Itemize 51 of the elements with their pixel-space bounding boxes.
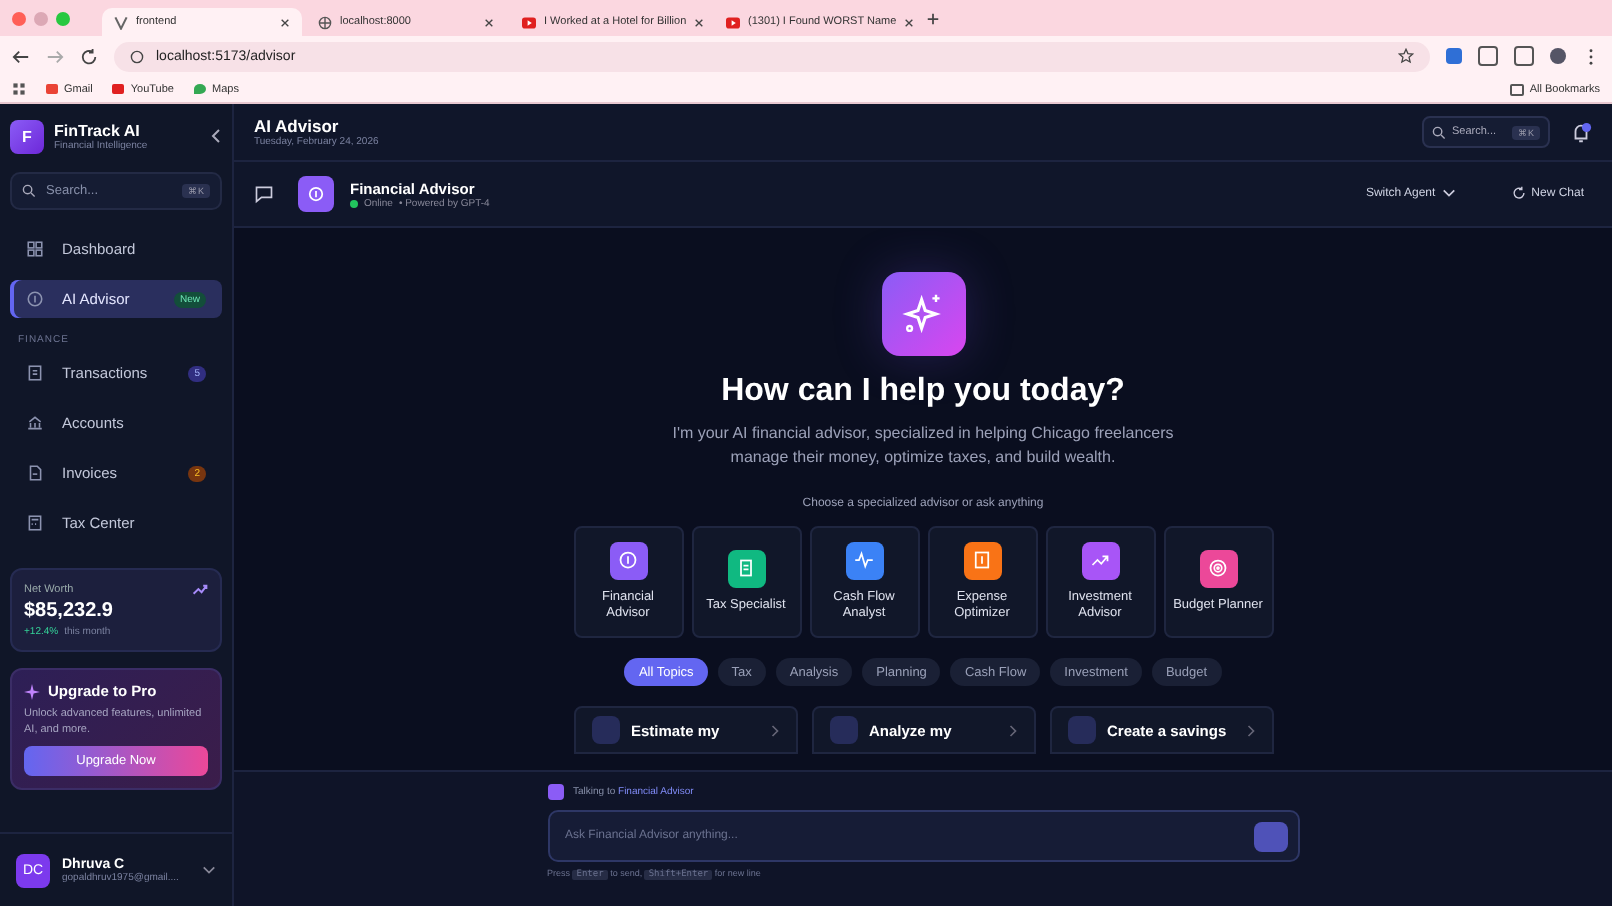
profile-avatar[interactable] — [1550, 48, 1566, 64]
sparkle-icon — [24, 683, 40, 699]
brand-name: FinTrack AI — [54, 121, 142, 139]
suggestion-icon — [1067, 716, 1095, 745]
suggestion-icon — [829, 716, 857, 745]
chevron-icon[interactable] — [202, 864, 216, 876]
play-icon — [522, 15, 536, 29]
receipt-icon — [972, 550, 992, 571]
page-title: AI Advisor — [254, 116, 341, 136]
file-icon — [26, 464, 44, 482]
close-icon[interactable] — [904, 17, 915, 27]
trend-icon — [192, 582, 208, 596]
brand-logo: F — [10, 119, 44, 153]
star-icon[interactable] — [1398, 48, 1414, 64]
calculator-icon — [26, 514, 44, 532]
sparkle-icon — [881, 272, 965, 356]
send-button[interactable] — [1253, 821, 1287, 851]
agent-avatar — [298, 176, 334, 212]
chevron-icon — [1441, 186, 1456, 201]
search-icon — [1432, 125, 1446, 139]
search-icon — [22, 184, 36, 198]
chat-icon[interactable] — [254, 184, 274, 204]
extension-icon[interactable] — [1446, 48, 1462, 64]
receipt-icon — [26, 364, 44, 382]
chevron-icon — [769, 723, 779, 738]
net-worth-value: $85,232.9 — [24, 600, 115, 622]
close-icon[interactable] — [280, 17, 290, 27]
v-logo-icon — [114, 15, 128, 29]
refresh-icon — [1511, 186, 1526, 201]
notification-bell-icon[interactable] — [1570, 121, 1592, 143]
bank-icon — [26, 414, 44, 432]
play-icon — [726, 15, 740, 29]
globe-icon — [318, 15, 332, 29]
chevron-icon — [1007, 723, 1017, 738]
apps-icon[interactable] — [12, 82, 26, 96]
document-icon — [736, 558, 756, 579]
hero-title: How can I help you today? — [721, 374, 1125, 410]
pulse-icon — [854, 550, 874, 571]
suggestion-icon — [591, 716, 619, 745]
collapse-icon[interactable] — [210, 128, 222, 144]
grid-icon — [26, 240, 44, 258]
close-icon[interactable] — [694, 17, 705, 27]
close-icon[interactable] — [484, 17, 494, 27]
reload-icon[interactable] — [80, 47, 98, 65]
chevron-icon — [1245, 723, 1255, 738]
trend-icon — [1090, 550, 1110, 571]
plus-icon[interactable] — [926, 11, 940, 25]
target-icon — [1208, 558, 1228, 579]
back-icon[interactable] — [12, 47, 30, 65]
hero-text: I'm your AI financial advisor, specialized in helping Chicago freelancers manage their money, optimize taxes, and build wealth. — [670, 422, 1176, 469]
agent-avatar — [547, 784, 563, 800]
